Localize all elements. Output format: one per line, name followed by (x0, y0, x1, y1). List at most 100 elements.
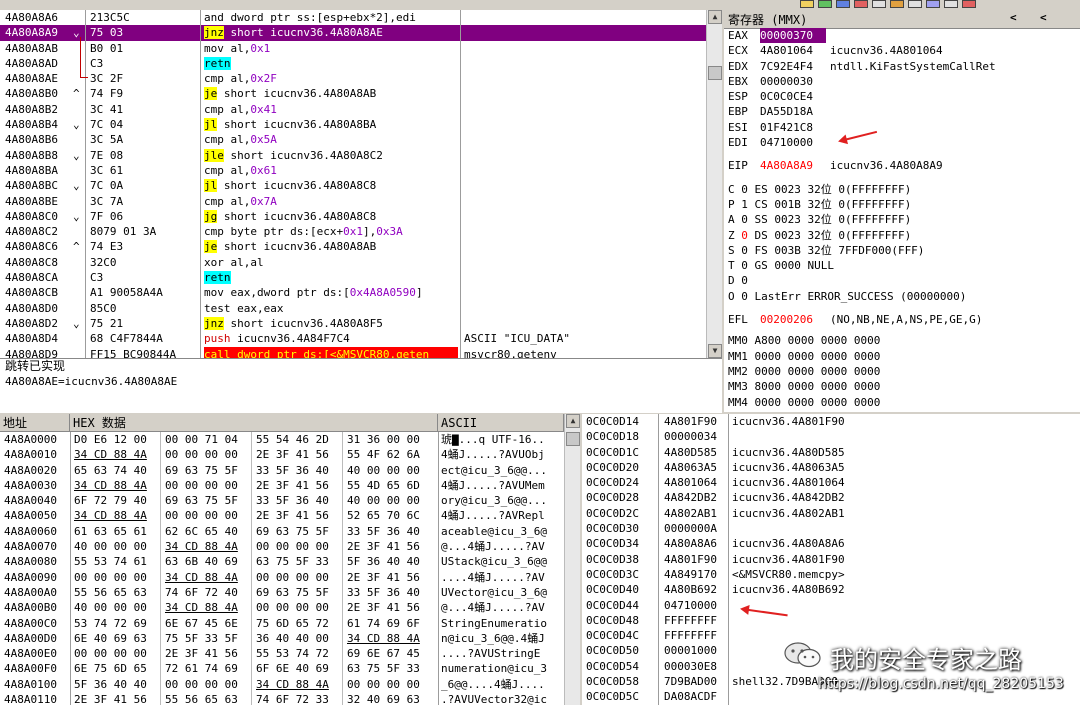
register-value[interactable]: 01F421C8 (760, 120, 826, 135)
dump-row[interactable]: 4A8A0010 34 CD 88 4A 00 00 00 00 2E 3F 41 5… (0, 447, 564, 463)
dump-row[interactable]: 4A8A00D0 6E 40 69 63 75 5F 33 5F 36 40 40 0… (0, 630, 564, 647)
flag-row[interactable]: O 0 LastErr ERROR_SUCCESS (00000000) (728, 289, 1078, 304)
scroll-up-icon[interactable]: ▲ (566, 414, 580, 428)
dump-row[interactable]: 4A8A0050 34 CD 88 4A 00 00 00 00 2E 3F 41 5… (0, 508, 564, 524)
register-row[interactable]: EFL 00200206 (NO,NB,NE,A,NS,PE,GE,G) (728, 312, 1078, 327)
disasm-row[interactable]: 4A80A8CA C3 retn (0, 270, 706, 285)
stack-row[interactable]: 0C0C0D14 4A801F90 icucnv36.4A801F90 (582, 414, 1080, 429)
scroll-thumb[interactable] (566, 432, 580, 446)
mmx-row[interactable]: MM1 0000 0000 0000 0000 (728, 349, 1078, 364)
next-view-button[interactable]: < (1040, 11, 1047, 24)
mmx-row[interactable]: MM3 8000 0000 0000 0000 (728, 379, 1078, 394)
dump-row[interactable]: 4A8A00C0 53 74 72 69 6E 67 45 6E 75 6D 65 7… (0, 615, 564, 631)
toolbar-icon[interactable] (818, 0, 832, 8)
disasm-row[interactable]: 4A80A8A9 ⌄ 75 03 jnz short icucnv36.4A80A8A… (0, 25, 706, 41)
flag-row[interactable]: P 1 CS 001B 32位 0(FFFFFFFF) (728, 197, 1078, 212)
flag-row[interactable]: S 0 FS 003B 32位 7FFDF000(FFF) (728, 243, 1078, 258)
dump-row[interactable]: 4A8A0040 6F 72 79 40 69 63 75 5F 33 5F 36 4… (0, 493, 564, 509)
disasm-row[interactable]: 4A80A8D0 85C0 test eax,eax (0, 301, 706, 316)
flag-row[interactable]: C 0 ES 0023 32位 0(FFFFFFFF) (728, 182, 1078, 197)
register-value[interactable]: DA55D18A (760, 104, 826, 119)
dump-pane[interactable]: 地址 HEX 数据 ASCII 4A8A0000 D0 E6 12 00 00 00… (0, 414, 580, 705)
stack-row[interactable]: 0C0C0D40 4A80B692 icucnv36.4A80B692 (582, 582, 1080, 597)
flag-row[interactable]: T 0 GS 0000 NULL (728, 258, 1078, 273)
register-row[interactable]: EAX 00000370 (728, 28, 1078, 44)
toolbar-icon[interactable] (926, 0, 940, 8)
disasm-row[interactable]: 4A80A8AB B0 01 mov al,0x1 (0, 41, 706, 56)
dump-header-hex[interactable]: HEX 数据 (70, 414, 438, 432)
register-value[interactable]: 00000370 (760, 28, 826, 44)
dump-row[interactable]: 4A8A0080 55 53 74 61 63 6B 40 69 63 75 5F 3… (0, 554, 564, 570)
toolbar-icon[interactable] (854, 0, 868, 8)
stack-row[interactable]: 0C0C0D18 00000034 (582, 429, 1080, 444)
dump-row[interactable]: 4A8A0100 5F 36 40 40 00 00 00 00 34 CD 88 4… (0, 676, 564, 693)
stack-row[interactable]: 0C0C0D2C 4A802AB1 icucnv36.4A802AB1 (582, 506, 1080, 521)
dump-row[interactable]: 4A8A0030 34 CD 88 4A 00 00 00 00 2E 3F 41 5… (0, 477, 564, 494)
stack-row[interactable]: 0C0C0D28 4A842DB2 icucnv36.4A842DB2 (582, 490, 1080, 505)
disasm-row[interactable]: 4A80A8BC ⌄ 7C 0A jl short icucnv36.4A80A8C8 (0, 178, 706, 193)
mmx-row[interactable]: MM0 A800 0000 0000 0000 (728, 333, 1078, 348)
register-row[interactable]: EIP 4A80A8A9 icucnv36.4A80A8A9 (728, 158, 1078, 173)
register-value[interactable]: 04710000 (760, 135, 826, 150)
disasm-row[interactable]: 4A80A8B6 3C 5A cmp al,0x5A (0, 132, 706, 147)
register-value[interactable]: 4A80A8A9 (760, 158, 826, 173)
register-row[interactable]: EDX 7C92E4F4 ntdll.KiFastSystemCallRet (728, 59, 1078, 74)
register-row[interactable]: EBP DA55D18A (728, 104, 1078, 119)
toolbar-icon[interactable] (800, 0, 814, 8)
disasm-row[interactable]: 4A80A8D2 ⌄ 75 21 jnz short icucnv36.4A80A8F… (0, 316, 706, 331)
disasm-row[interactable]: 4A80A8BA 3C 61 cmp al,0x61 (0, 163, 706, 178)
disasm-row[interactable]: 4A80A8C6 ^ 74 E3 je short icucnv36.4A80A8AB (0, 239, 706, 254)
flag-row[interactable]: A 0 SS 0023 32位 0(FFFFFFFF) (728, 212, 1078, 227)
toolbar-icon[interactable] (908, 0, 922, 8)
disasm-row[interactable]: 4A80A8D4 68 C4F7844A push icucnv36.4A84F7C… (0, 331, 706, 346)
dump-row[interactable]: 4A8A0020 65 63 74 40 69 63 75 5F 33 5F 36 4… (0, 462, 564, 478)
mmx-row[interactable]: MM4 0000 0000 0000 0000 (728, 395, 1078, 410)
stack-row[interactable]: 0C0C0D48 FFFFFFFF (582, 613, 1080, 628)
disasm-row[interactable]: 4A80A8A6 213C5C and dword ptr ss:[esp+ebx*… (0, 10, 706, 25)
toolbar-icon[interactable] (962, 0, 976, 8)
register-value[interactable]: 0C0C0CE4 (760, 89, 826, 104)
dump-row[interactable]: 4A8A0000 D0 E6 12 00 00 00 71 04 55 54 46 2… (0, 432, 564, 448)
scroll-down-icon[interactable]: ▼ (708, 344, 722, 358)
disasm-row[interactable]: 4A80A8C0 ⌄ 7F 06 jg short icucnv36.4A80A8C8 (0, 209, 706, 224)
stack-row[interactable]: 0C0C0D38 4A801F90 icucnv36.4A801F90 (582, 552, 1080, 567)
register-value[interactable]: 00000030 (760, 74, 826, 89)
register-row[interactable]: ESP 0C0C0CE4 (728, 89, 1078, 104)
dump-row[interactable]: 4A8A00B0 40 00 00 00 34 CD 88 4A 00 00 00 0… (0, 600, 564, 616)
dump-row[interactable]: 4A8A0090 00 00 00 00 34 CD 88 4A 00 00 00 0… (0, 569, 564, 585)
prev-view-button[interactable]: < (1010, 11, 1017, 24)
register-row[interactable]: EBX 00000030 (728, 74, 1078, 89)
dump-header-ascii[interactable]: ASCII (438, 414, 564, 432)
disasm-row[interactable]: 4A80A8C8 32C0 xor al,al (0, 255, 706, 270)
disasm-row[interactable]: 4A80A8CB A1 90058A4A mov eax,dword ptr ds:… (0, 285, 706, 300)
dump-row[interactable]: 4A8A00E0 00 00 00 00 2E 3F 41 56 55 53 74 7… (0, 646, 564, 662)
disasm-row[interactable]: 4A80A8B2 3C 41 cmp al,0x41 (0, 102, 706, 117)
disassembly-pane[interactable]: 4A80A8A6 213C5C and dword ptr ss:[esp+ebx*… (0, 10, 722, 358)
disasm-row[interactable]: 4A80A8B0 ^ 74 F9 je short icucnv36.4A80A8AB (0, 86, 706, 101)
disasm-row[interactable]: 4A80A8B8 ⌄ 7E 08 jle short icucnv36.4A80A8C… (0, 148, 706, 163)
register-row[interactable]: ECX 4A801064 icucnv36.4A801064 (728, 43, 1078, 58)
flag-row[interactable]: Z 0 DS 0023 32位 0(FFFFFFFF) (728, 228, 1078, 243)
scroll-thumb[interactable] (708, 66, 722, 80)
disasm-row[interactable]: 4A80A8AD C3 retn (0, 56, 706, 71)
disasm-row[interactable]: 4A80A8C2 8079 01 3A cmp byte ptr ds:[ecx+0… (0, 224, 706, 239)
dump-row[interactable]: 4A8A0060 61 63 65 61 62 6C 65 40 69 63 75 5… (0, 523, 564, 540)
register-value[interactable]: 00200206 (760, 312, 826, 327)
dump-row[interactable]: 4A8A0110 2E 3F 41 56 55 56 65 63 74 6F 72 3… (0, 692, 564, 705)
stack-row[interactable]: 0C0C0D34 4A80A8A6 icucnv36.4A80A8A6 (582, 536, 1080, 551)
flag-row[interactable]: D 0 (728, 273, 1078, 288)
register-row[interactable]: ESI 01F421C8 (728, 120, 1078, 135)
stack-row[interactable]: 0C0C0D44 04710000 (582, 598, 1080, 613)
dump-row[interactable]: 4A8A00F0 6E 75 6D 65 72 61 74 69 6F 6E 40 6… (0, 661, 564, 677)
scroll-up-icon[interactable]: ▲ (708, 10, 722, 24)
toolbar-icon[interactable] (836, 0, 850, 8)
stack-row[interactable]: 0C0C0D3C 4A849170 <&MSVCR80.memcpy> (582, 567, 1080, 582)
stack-row[interactable]: 0C0C0D1C 4A80D585 icucnv36.4A80D585 (582, 445, 1080, 460)
disassembly-scrollbar[interactable]: ▲ ▼ (706, 10, 722, 358)
toolbar-icon[interactable] (890, 0, 904, 8)
disasm-row[interactable]: 4A80A8B4 ⌄ 7C 04 jl short icucnv36.4A80A8BA (0, 117, 706, 132)
stack-row[interactable]: 0C0C0D24 4A801064 icucnv36.4A801064 (582, 475, 1080, 490)
dump-scrollbar[interactable]: ▲ (564, 414, 580, 705)
dump-row[interactable]: 4A8A0070 40 00 00 00 34 CD 88 4A 00 00 00 0… (0, 539, 564, 555)
stack-row[interactable]: 0C0C0D20 4A8063A5 icucnv36.4A8063A5 (582, 460, 1080, 475)
